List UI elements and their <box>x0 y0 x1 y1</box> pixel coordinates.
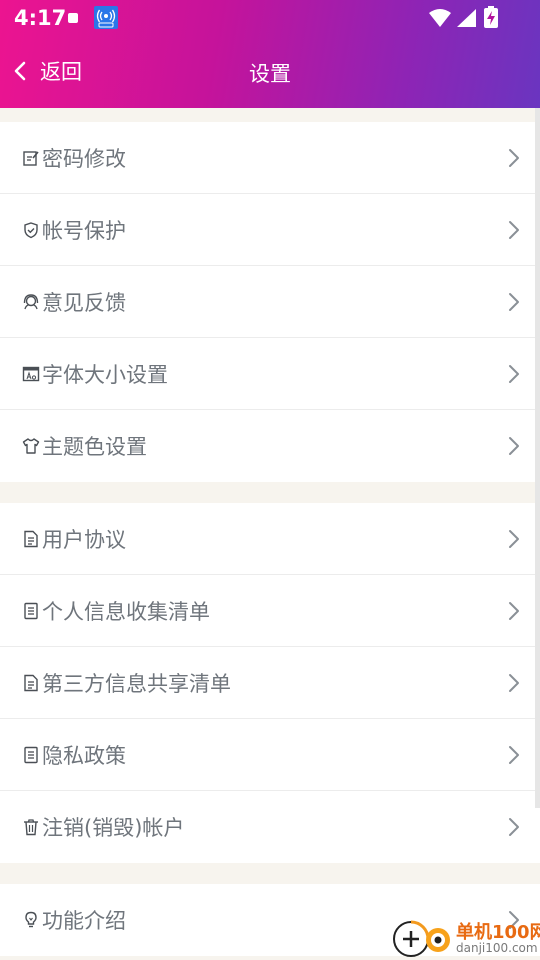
headset-icon <box>23 293 39 309</box>
list-icon <box>24 602 38 619</box>
app-header: 4:17 返回 设置 <box>0 0 540 108</box>
radio-broadcast-icon <box>94 6 118 29</box>
settings-item-label: 第三方信息共享清单 <box>42 671 231 696</box>
chevron-right-icon <box>509 149 519 167</box>
page-title: 设置 <box>249 62 291 86</box>
watermark-logo-icon <box>393 920 450 957</box>
chevron-right-icon <box>509 365 519 383</box>
settings-item-label: 主题色设置 <box>42 435 147 459</box>
settings-item-privacy-policy[interactable]: 隐私政策 <box>0 719 540 791</box>
shield-icon <box>24 221 38 238</box>
settings-group-account: 密码修改 帐号保护 意见反馈 字体大小设置 主题色设置 <box>0 122 540 482</box>
status-time: 4:17 <box>14 6 67 30</box>
settings-item-account-protection[interactable]: 帐号保护 <box>0 194 540 266</box>
tshirt-icon <box>22 438 40 454</box>
watermark-url: danji100.com <box>456 941 538 955</box>
settings-item-label: 意见反馈 <box>42 290 126 315</box>
settings-item-label: 用户协议 <box>42 527 126 552</box>
signal-icon <box>457 9 476 27</box>
settings-item-font-size[interactable]: 字体大小设置 <box>0 338 540 410</box>
settings-item-label: 功能介绍 <box>42 909 126 933</box>
chevron-right-icon <box>509 674 519 692</box>
chevron-right-icon <box>509 437 519 455</box>
chevron-right-icon <box>509 530 519 548</box>
battery-charging-icon <box>484 6 498 28</box>
watermark: 单机100网 danji100.com <box>392 916 540 960</box>
scrollbar[interactable] <box>535 108 540 808</box>
nav-bar: 返回 设置 <box>0 48 540 94</box>
chevron-right-icon <box>509 602 519 620</box>
settings-item-label: 字体大小设置 <box>42 362 168 387</box>
edit-icon <box>23 150 39 166</box>
settings-item-label: 帐号保护 <box>42 218 126 243</box>
chevron-right-icon <box>509 746 519 764</box>
settings-item-password[interactable]: 密码修改 <box>0 122 540 194</box>
settings-item-theme-color[interactable]: 主题色设置 <box>0 410 540 482</box>
chevron-right-icon <box>509 818 519 836</box>
notification-square-icon <box>68 13 78 23</box>
settings-group-legal: 用户协议 个人信息收集清单 第三方信息共享清单 隐私政策 注销(销毁)帐户 <box>0 503 540 863</box>
settings-item-delete-account[interactable]: 注销(销毁)帐户 <box>0 791 540 863</box>
chevron-right-icon <box>509 221 519 239</box>
settings-item-label: 注销(销毁)帐户 <box>42 816 185 840</box>
trash-icon <box>24 819 38 836</box>
lightbulb-icon <box>25 911 37 928</box>
chevron-right-icon <box>509 293 519 311</box>
list-icon <box>24 746 38 763</box>
settings-item-label: 隐私政策 <box>42 743 126 768</box>
settings-item-label: 个人信息收集清单 <box>42 599 210 624</box>
settings-item-feedback[interactable]: 意见反馈 <box>0 266 540 338</box>
settings-item-label: 密码修改 <box>42 146 126 171</box>
settings-item-user-agreement[interactable]: 用户协议 <box>0 503 540 575</box>
status-bar: 4:17 <box>0 0 540 36</box>
document-icon <box>24 674 38 691</box>
wifi-icon <box>429 9 451 27</box>
settings-item-third-party-sharing[interactable]: 第三方信息共享清单 <box>0 647 540 719</box>
settings-item-personal-info-list[interactable]: 个人信息收集清单 <box>0 575 540 647</box>
font-size-icon <box>22 366 40 381</box>
document-icon <box>24 530 38 547</box>
